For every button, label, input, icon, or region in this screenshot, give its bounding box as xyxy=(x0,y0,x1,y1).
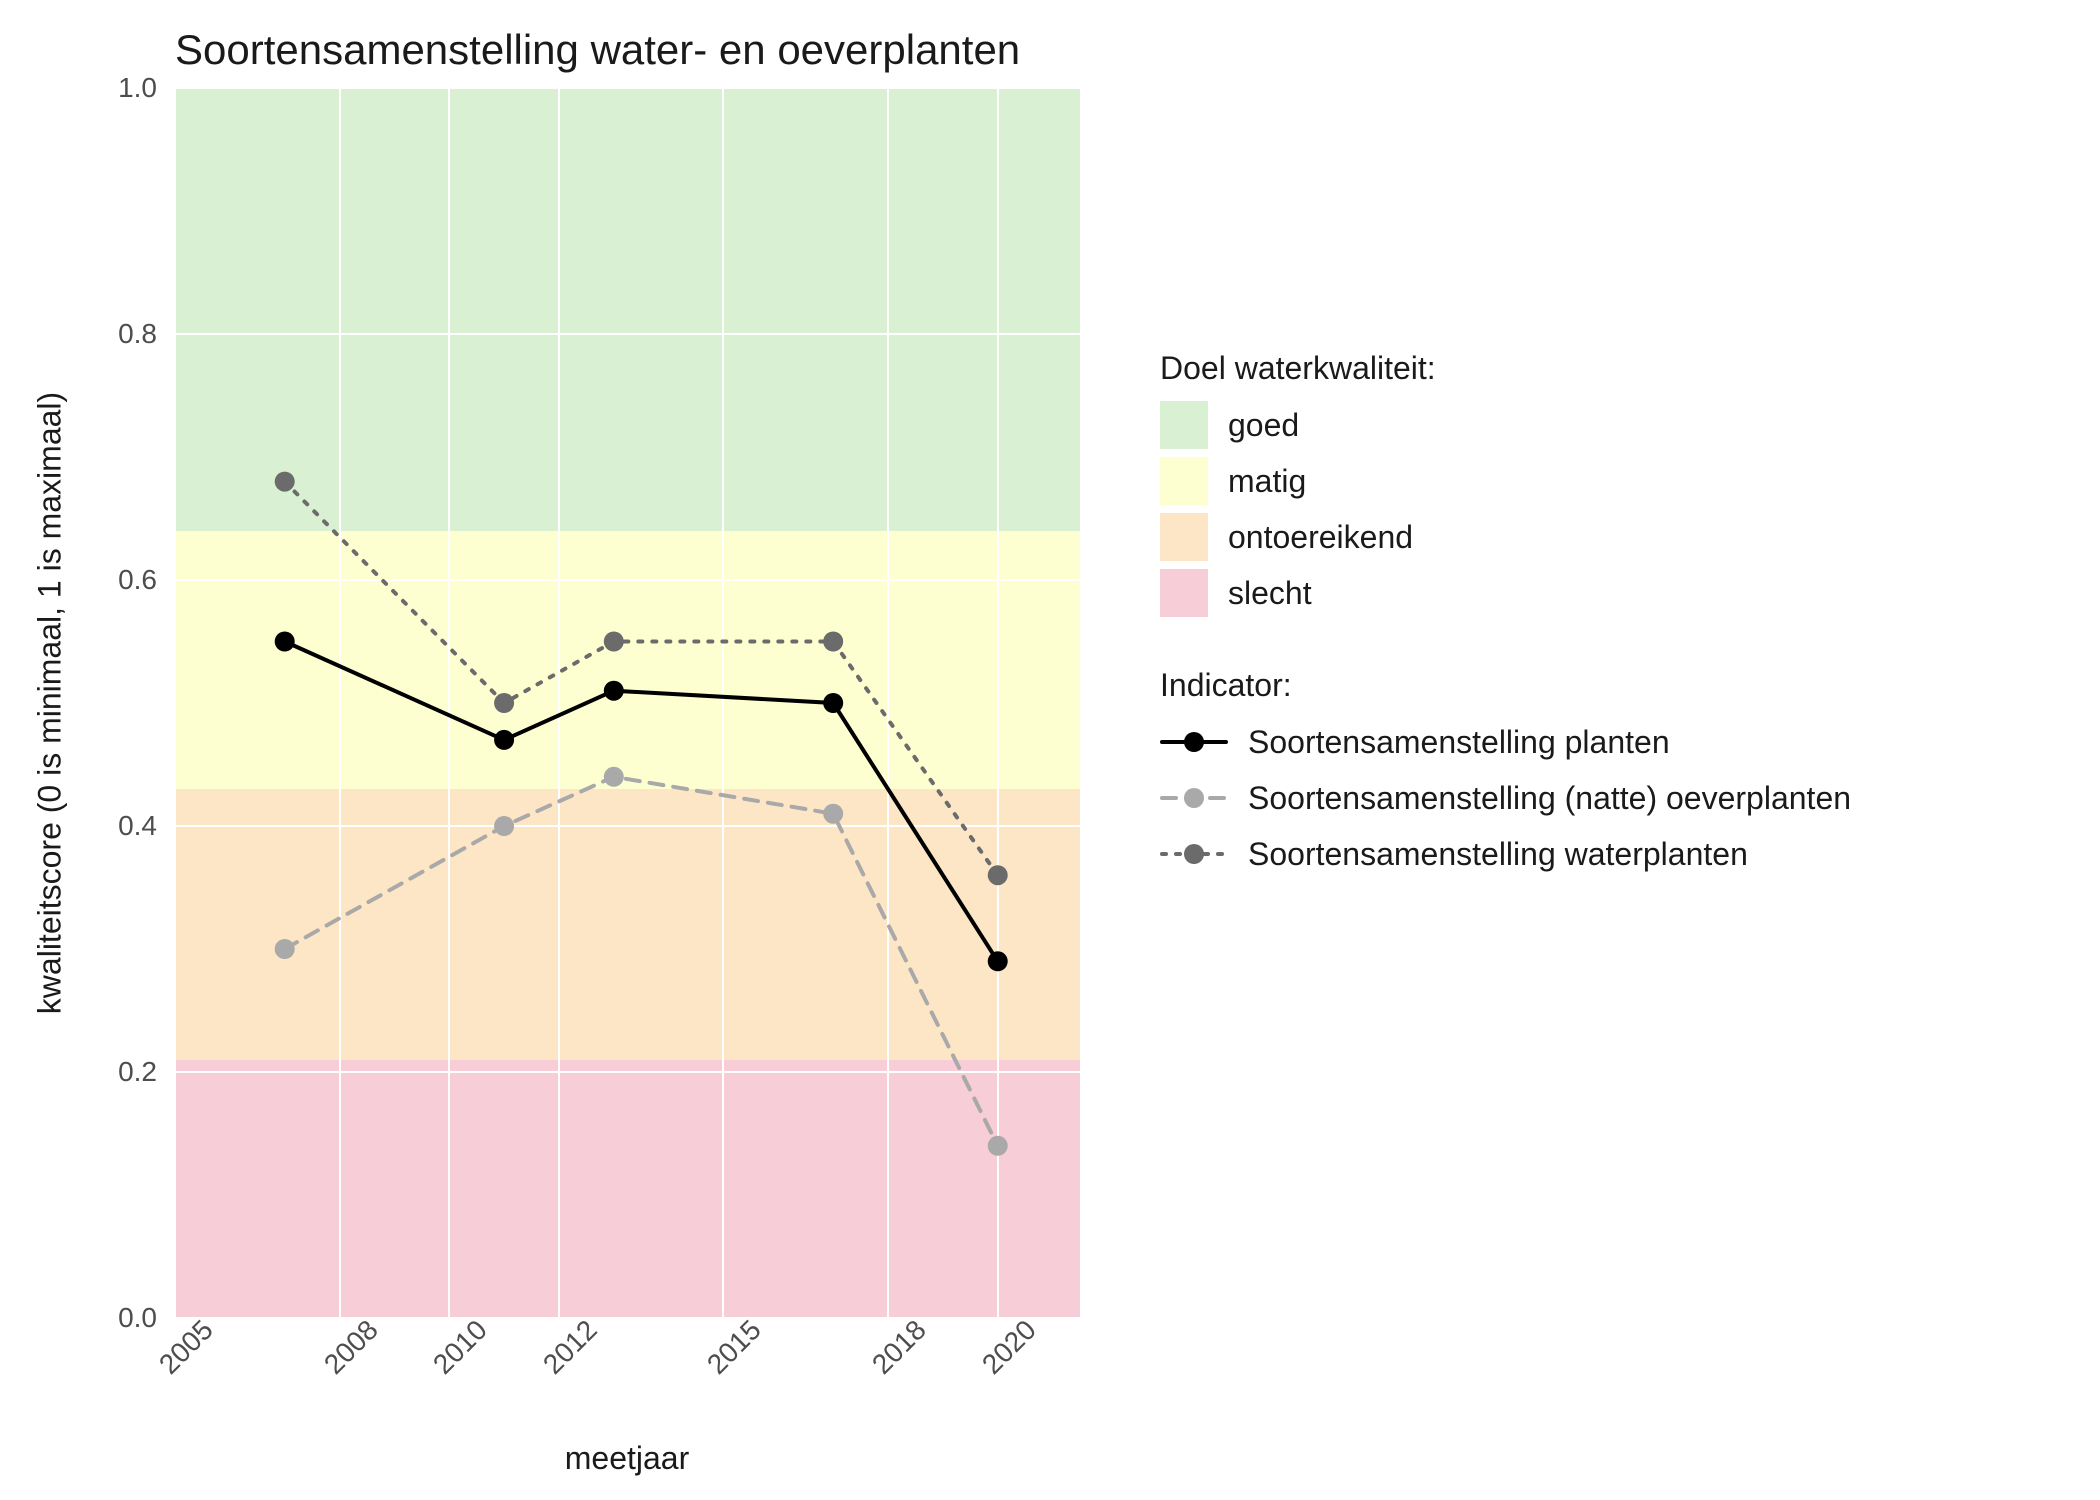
x-axis-tick-label: 2018 xyxy=(866,1314,933,1381)
x-axis-tick-label: 2010 xyxy=(427,1314,494,1381)
legend-series-title: Indicator: xyxy=(1160,667,1851,704)
legend-series-item: Soortensamenstelling planten xyxy=(1160,718,1851,766)
data-point xyxy=(275,472,295,492)
legend-swatch xyxy=(1160,401,1208,449)
legend-band-item: slecht xyxy=(1160,569,1851,617)
plot-panel: 0.00.20.40.60.81.02005200820102012201520… xyxy=(175,88,1080,1318)
legend-series-symbol xyxy=(1160,830,1228,878)
legend-bands-group: Doel waterkwaliteit: goed matig ontoereike… xyxy=(1160,350,1851,617)
data-point xyxy=(604,632,624,652)
data-point xyxy=(823,804,843,824)
legend-series-group: Indicator: Soortensamenstelling planten S… xyxy=(1160,667,1851,878)
y-axis-tick-label: 1.0 xyxy=(118,72,175,104)
data-point xyxy=(494,693,514,713)
legend-swatch xyxy=(1160,457,1208,505)
series-line xyxy=(285,642,998,962)
legend-series-label: Soortensamenstelling (natte) oeverplante… xyxy=(1248,780,1851,817)
legend-band-item: matig xyxy=(1160,457,1851,505)
legend-band-item: goed xyxy=(1160,401,1851,449)
data-point xyxy=(275,632,295,652)
legend-series-symbol xyxy=(1160,774,1228,822)
x-axis-tick-label: 2020 xyxy=(976,1314,1043,1381)
legend-band-item: ontoereikend xyxy=(1160,513,1851,561)
legend-band-label: goed xyxy=(1228,407,1299,444)
data-point xyxy=(823,632,843,652)
x-axis-tick-label: 2008 xyxy=(318,1314,385,1381)
plot-svg xyxy=(175,88,1080,1318)
legend-series-label: Soortensamenstelling planten xyxy=(1248,724,1670,761)
y-axis-tick-label: 0.8 xyxy=(118,318,175,350)
legend-series-item: Soortensamenstelling waterplanten xyxy=(1160,830,1851,878)
y-axis-tick-label: 0.0 xyxy=(118,1302,175,1334)
legend: Doel waterkwaliteit: goed matig ontoereike… xyxy=(1160,350,1851,928)
legend-band-label: matig xyxy=(1228,463,1306,500)
y-axis-label: kwaliteitscore (0 is minimaal, 1 is maxi… xyxy=(32,392,69,1014)
data-point xyxy=(988,951,1008,971)
legend-series-symbol xyxy=(1160,718,1228,766)
data-point xyxy=(494,730,514,750)
legend-swatch xyxy=(1160,513,1208,561)
legend-series-label: Soortensamenstelling waterplanten xyxy=(1248,836,1748,873)
y-axis-tick-label: 0.2 xyxy=(118,1056,175,1088)
data-point xyxy=(823,693,843,713)
legend-band-label: slecht xyxy=(1228,575,1312,612)
x-axis-tick-label: 2012 xyxy=(537,1314,604,1381)
x-axis-label: meetjaar xyxy=(565,1440,690,1477)
legend-band-label: ontoereikend xyxy=(1228,519,1413,556)
data-point xyxy=(604,767,624,787)
chart-title: Soortensamenstelling water- en oeverplan… xyxy=(175,26,1020,74)
legend-swatch xyxy=(1160,569,1208,617)
legend-series-item: Soortensamenstelling (natte) oeverplante… xyxy=(1160,774,1851,822)
y-axis-tick-label: 0.6 xyxy=(118,564,175,596)
y-axis-tick-label: 0.4 xyxy=(118,810,175,842)
series-line xyxy=(285,777,998,1146)
data-point xyxy=(988,865,1008,885)
series-line xyxy=(285,482,998,876)
data-point xyxy=(988,1136,1008,1156)
legend-bands-title: Doel waterkwaliteit: xyxy=(1160,350,1851,387)
data-point xyxy=(275,939,295,959)
data-point xyxy=(604,681,624,701)
x-axis-tick-label: 2015 xyxy=(701,1314,768,1381)
data-point xyxy=(494,816,514,836)
